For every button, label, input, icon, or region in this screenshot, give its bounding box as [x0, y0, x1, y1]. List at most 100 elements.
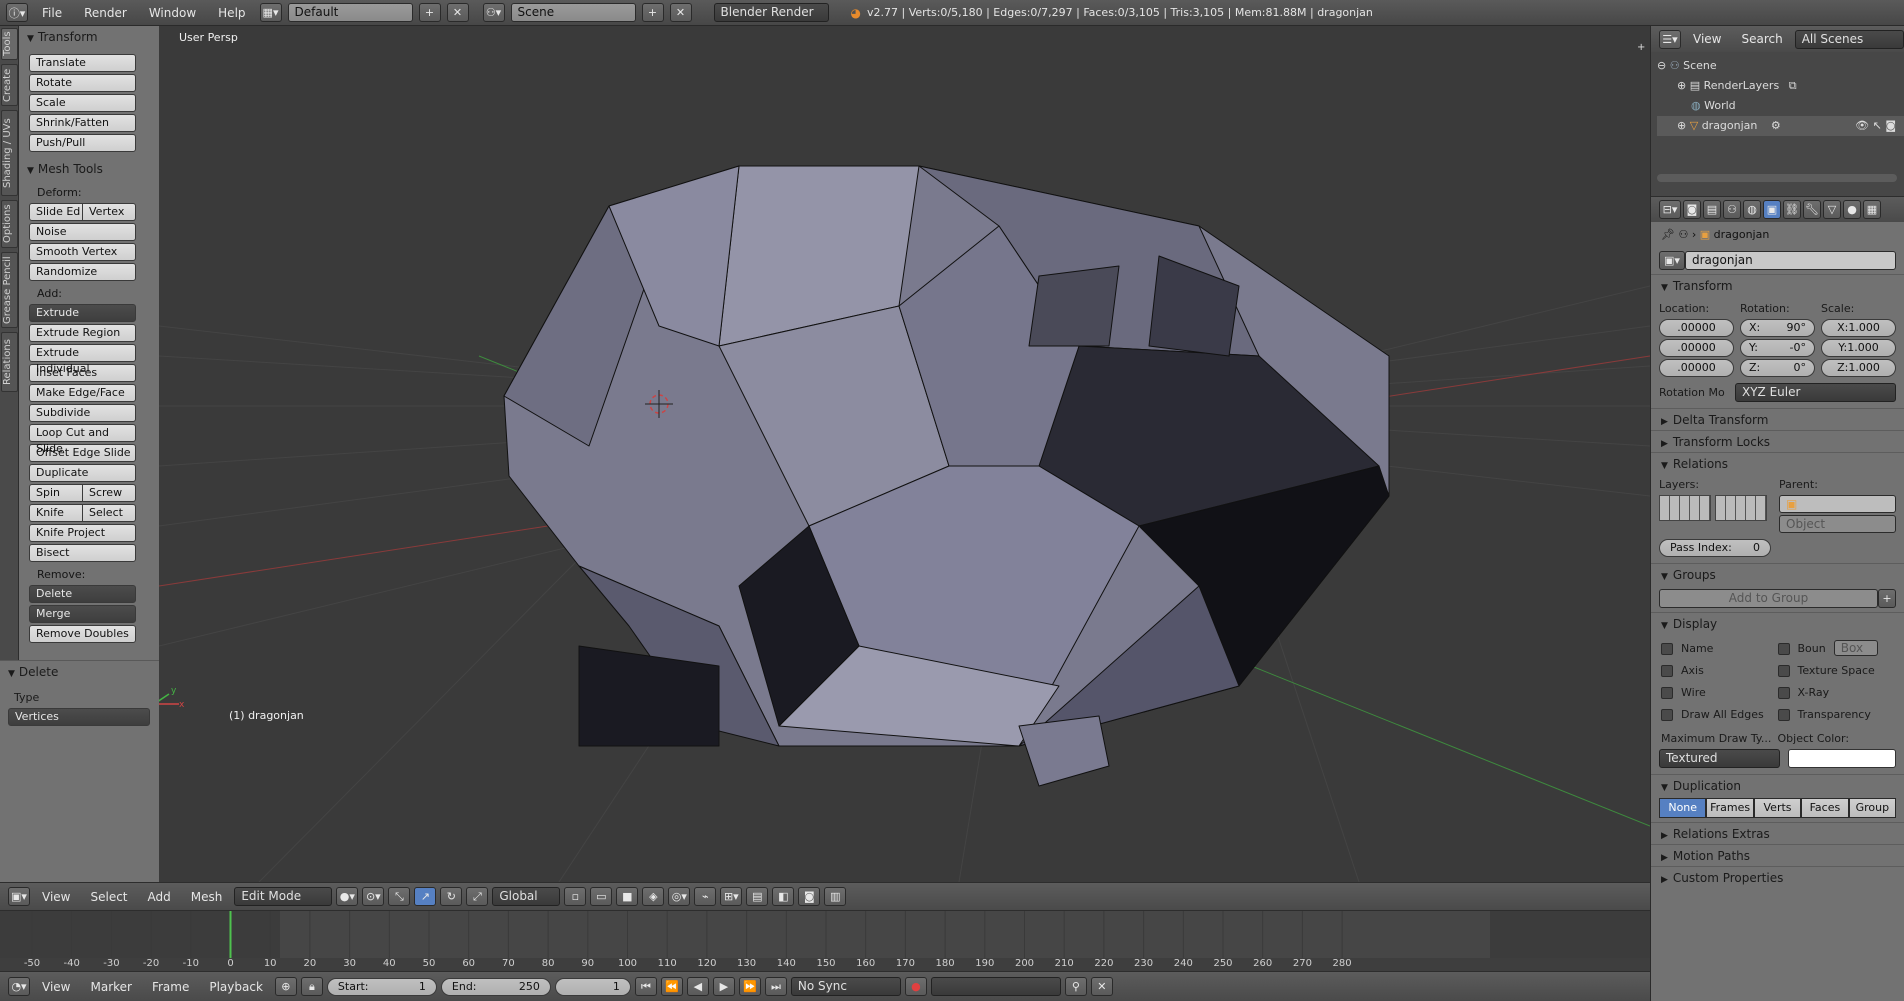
display-draw-all-edges-checkbox[interactable]: Draw All Edges [1661, 704, 1778, 726]
delete-type-select[interactable]: Vertices [8, 708, 150, 726]
display-wire-checkbox[interactable]: Wire [1661, 682, 1778, 704]
remove-screen-icon[interactable]: ✕ [446, 3, 469, 22]
scale-x-field[interactable]: X:1.000 [1821, 319, 1896, 337]
extrude-individual-button[interactable]: Extrude Individual [29, 344, 136, 375]
tab-options[interactable]: Options [1, 200, 18, 248]
knife-select-button[interactable]: Select [83, 504, 136, 522]
remove-scene-icon[interactable]: ✕ [669, 3, 692, 22]
visibility-icons[interactable]: 👁︎ ↖ ◙ [1855, 116, 1896, 136]
display-xray-checkbox[interactable]: X-Ray [1777, 682, 1895, 704]
shrink-fatten-button[interactable]: Shrink/Fatten [29, 114, 136, 132]
lock-icon[interactable]: 🔒︎ [300, 977, 323, 996]
tab-grease-pencil[interactable]: Grease Pencil [1, 252, 18, 328]
data-tab-icon[interactable]: ▽ [1823, 200, 1841, 219]
menu-file[interactable]: File [34, 6, 70, 20]
expand-toggle-icon[interactable]: + [1637, 42, 1645, 53]
max-draw-type-select[interactable]: Textured [1659, 749, 1780, 768]
remove-doubles-button[interactable]: Remove Doubles [29, 625, 136, 643]
menu-window[interactable]: Window [141, 6, 204, 20]
tab-relations[interactable]: Relations [1, 332, 18, 392]
menu-view[interactable]: View [1685, 32, 1729, 46]
scene-icon[interactable]: ⚇▾ [482, 3, 505, 22]
editor-type-icon[interactable]: ▣▾ [8, 887, 30, 906]
menu-search[interactable]: Search [1733, 32, 1790, 46]
scale-button[interactable]: Scale [29, 94, 136, 112]
edge-select-icon[interactable]: ▭ [590, 887, 613, 906]
scale-y-field[interactable]: Y:1.000 [1821, 339, 1896, 357]
modifiers-tab-icon[interactable]: 🔧︎ [1803, 200, 1821, 219]
tree-item-scene[interactable]: ⊖ ⚇ Scene [1657, 56, 1904, 76]
play-reverse-icon[interactable]: ◀ [686, 977, 709, 996]
render-layers-tab-icon[interactable]: ▤ [1703, 200, 1721, 219]
texture-tab-icon[interactable]: ▦ [1863, 200, 1881, 219]
menu-playback[interactable]: Playback [201, 980, 271, 994]
scene-tab-icon[interactable]: ⚇ [1723, 200, 1741, 219]
expand-icon[interactable]: ⊕ [1677, 119, 1686, 132]
add-group-icon[interactable]: + [1878, 589, 1896, 608]
sync-select[interactable]: No Sync [790, 977, 901, 996]
layer-buttons-2[interactable] [1715, 495, 1767, 521]
bounds-type-select[interactable]: Box [1833, 640, 1878, 656]
tab-create[interactable]: Create [1, 64, 18, 106]
transform-locks-header[interactable]: ▶ Transform Locks [1651, 430, 1904, 452]
display-axis-checkbox[interactable]: Axis [1661, 660, 1778, 682]
display-bounds-checkbox[interactable]: Boun Box [1777, 638, 1895, 660]
extrude-dropdown[interactable]: Extrude [29, 304, 136, 322]
merge-dropdown[interactable]: Merge [29, 605, 136, 623]
jump-keyframe-forward-icon[interactable]: ⏩ [738, 977, 761, 996]
duplication-group[interactable]: Group [1848, 798, 1897, 818]
subdivide-button[interactable]: Subdivide [29, 404, 136, 422]
delta-transform-header[interactable]: ▶ Delta Transform [1651, 408, 1904, 430]
face-select-icon[interactable]: ■ [616, 887, 639, 906]
rotation-y-field[interactable]: Y: -0° [1740, 339, 1815, 357]
play-icon[interactable]: ▶ [712, 977, 735, 996]
object-browse-icon[interactable]: ▣▾ [1659, 251, 1685, 270]
tree-item-renderlayers[interactable]: ⊕ ▤ RenderLayers ⧉ [1657, 76, 1904, 96]
keying-set-field[interactable] [930, 977, 1061, 996]
layers-grid[interactable] [1659, 495, 1769, 521]
add-screen-icon[interactable]: + [418, 3, 441, 22]
menu-view[interactable]: View [34, 890, 78, 904]
add-to-group-button[interactable]: Add to Group [1659, 589, 1878, 608]
duplication-frames[interactable]: Frames [1706, 798, 1754, 818]
mesh-tools-panel-header[interactable]: ▼ Mesh Tools [19, 158, 159, 180]
film-icon[interactable]: ▥ [824, 887, 847, 906]
display-transparency-checkbox[interactable]: Transparency [1777, 704, 1895, 726]
tab-shading-uvs[interactable]: Shading / UVs [1, 110, 18, 196]
menu-help[interactable]: Help [210, 6, 253, 20]
editor-type-icon[interactable]: ◔▾ [8, 977, 30, 996]
tree-item-world[interactable]: ◍ World [1657, 96, 1904, 116]
layer-buttons-1[interactable] [1659, 495, 1711, 521]
editor-type-icon[interactable]: ⓘ▾ [6, 3, 28, 22]
spin-button[interactable]: Spin [29, 484, 83, 502]
translate-manipulator-icon[interactable]: ↗ [414, 887, 437, 906]
display-header[interactable]: ▼ Display [1651, 612, 1904, 634]
scale-z-field[interactable]: Z:1.000 [1821, 359, 1896, 377]
menu-view[interactable]: View [34, 980, 78, 994]
display-name-checkbox[interactable]: Name [1661, 638, 1778, 660]
motion-paths-header[interactable]: ▶ Motion Paths [1651, 844, 1904, 866]
record-icon[interactable]: ● [904, 977, 927, 996]
add-scene-icon[interactable]: + [641, 3, 664, 22]
viewport-canvas[interactable] [159, 26, 1650, 882]
outliner-scrollbar[interactable] [1657, 174, 1897, 182]
start-frame-field[interactable]: Start: 1 [326, 977, 437, 996]
camera-icon[interactable]: ◙ [798, 887, 821, 906]
current-frame-field[interactable]: 1 [554, 977, 631, 996]
operator-panel-header[interactable]: ▼ Delete [0, 661, 159, 683]
transform-panel-header[interactable]: ▼ Transform [1651, 274, 1904, 296]
display-texture-space-checkbox[interactable]: Texture Space [1777, 660, 1895, 682]
timeline-area[interactable]: -50 -40 -30 -20 -10 0 10 20 30 40 50 60 70 80 90 100 110… [0, 910, 1650, 972]
tab-tools[interactable]: Tools [1, 28, 18, 60]
tree-item-dragonjan[interactable]: ⊕ ▽ dragonjan ⚙ 👁︎ ↖ ◙ [1657, 116, 1904, 136]
noise-button[interactable]: Noise [29, 223, 136, 241]
screen-layout-field[interactable]: Default [287, 3, 413, 22]
menu-marker[interactable]: Marker [82, 980, 139, 994]
layers-icon[interactable]: ▤ [746, 887, 769, 906]
mode-select[interactable]: Edit Mode [234, 887, 333, 906]
slide-edge-button[interactable]: Slide Ed [29, 203, 83, 221]
menu-frame[interactable]: Frame [144, 980, 197, 994]
pass-index-field[interactable]: Pass Index: 0 [1659, 539, 1771, 557]
rotation-mode-select[interactable]: XYZ Euler [1735, 383, 1896, 402]
preview-range-icon[interactable]: ⊕ [274, 977, 297, 996]
